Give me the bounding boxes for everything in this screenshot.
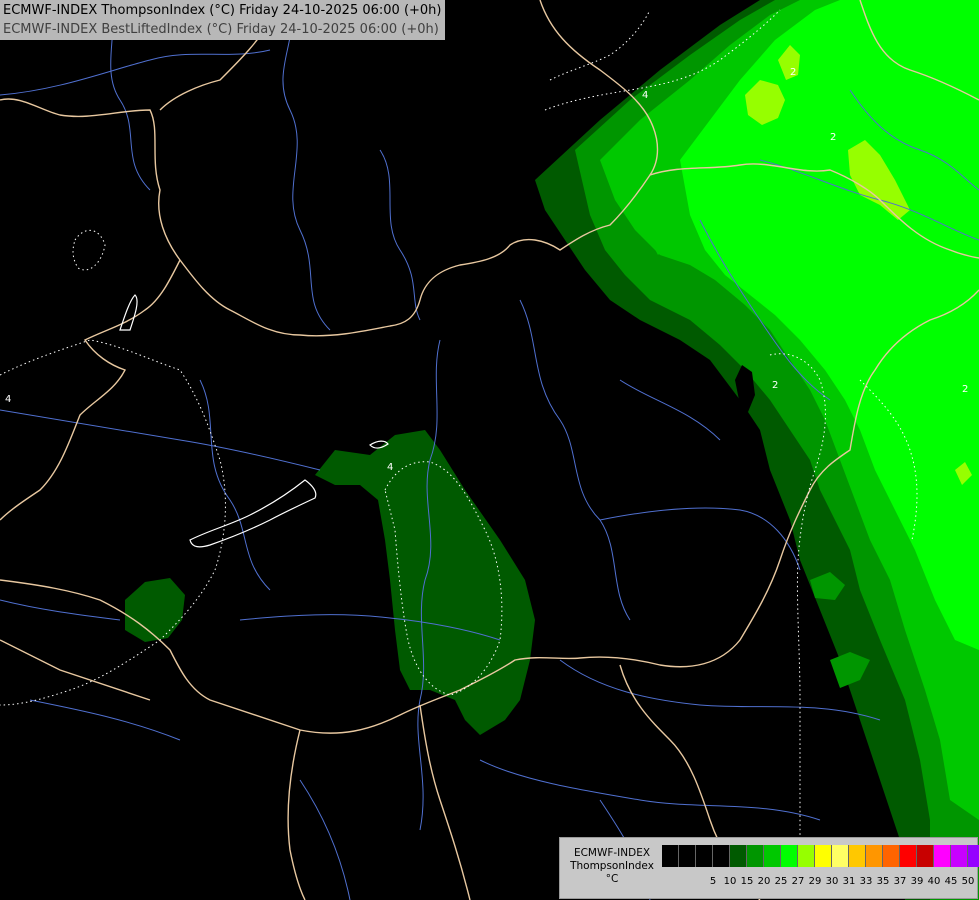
legend-tick-label: 31: [842, 876, 856, 887]
legend-swatch: [917, 845, 934, 867]
map-title-thompson: ECMWF-INDEX ThompsonIndex (°C) Friday 24…: [3, 3, 442, 18]
legend-unit: °C: [605, 873, 619, 885]
contour-label: 2: [790, 67, 796, 78]
legend-color-scale: [662, 845, 979, 867]
legend-tick-label: 40: [927, 876, 941, 887]
contour-label: 4: [642, 90, 648, 101]
legend-swatch: [883, 845, 900, 867]
legend-title: ECMWF-INDEX ThompsonIndex °C: [566, 847, 658, 886]
legend-tick-label: 30: [825, 876, 839, 887]
map-title-box: ECMWF-INDEX ThompsonIndex (°C) Friday 24…: [0, 0, 445, 40]
legend-tick-label: 33: [859, 876, 873, 887]
legend-tick-label: 29: [808, 876, 822, 887]
legend-swatch: [696, 845, 713, 867]
contour-label: 2: [962, 384, 968, 395]
legend-ticks: 51015202527293031333537394045505560: [662, 875, 979, 889]
color-legend: ECMWF-INDEX ThompsonIndex °C 5 10 15 20 25 27…: [559, 837, 979, 899]
legend-tick-label: 20: [757, 876, 771, 887]
legend-swatch: [679, 845, 696, 867]
legend-tick-label: 25: [774, 876, 788, 887]
legend-swatch: [832, 845, 849, 867]
legend-swatch: [781, 845, 798, 867]
legend-swatch: [866, 845, 883, 867]
legend-tick-label: 15: [740, 876, 754, 887]
forecast-map: 4 4 4 2 2 2 2: [0, 0, 979, 900]
legend-swatch: [747, 845, 764, 867]
legend-swatch: [798, 845, 815, 867]
legend-tick-label: 35: [876, 876, 890, 887]
legend-swatch: [968, 845, 979, 867]
contour-label: 4: [387, 462, 393, 473]
legend-swatch: [849, 845, 866, 867]
legend-tick-label: 45: [944, 876, 958, 887]
legend-swatch: [815, 845, 832, 867]
legend-swatch: [951, 845, 968, 867]
contour-label: 4: [5, 394, 11, 405]
contour-label: 2: [772, 380, 778, 391]
legend-swatch: [764, 845, 781, 867]
legend-swatch: [662, 845, 679, 867]
legend-swatch: [713, 845, 730, 867]
legend-tick-label: 39: [910, 876, 924, 887]
contour-label: 2: [830, 132, 836, 143]
legend-tick-label: 27: [791, 876, 805, 887]
legend-model: ECMWF-INDEX: [573, 847, 651, 859]
legend-swatch: [900, 845, 917, 867]
map-title-lifted: ECMWF-INDEX BestLiftedIndex (°C) Friday …: [3, 22, 439, 37]
legend-parameter: ThompsonIndex: [570, 860, 654, 872]
legend-tick-label: 10: [723, 876, 737, 887]
legend-tick-label: 37: [893, 876, 907, 887]
legend-swatch: [730, 845, 747, 867]
legend-tick-label: 5: [709, 876, 717, 887]
legend-swatch: [934, 845, 951, 867]
legend-tick-label: 50: [961, 876, 975, 887]
